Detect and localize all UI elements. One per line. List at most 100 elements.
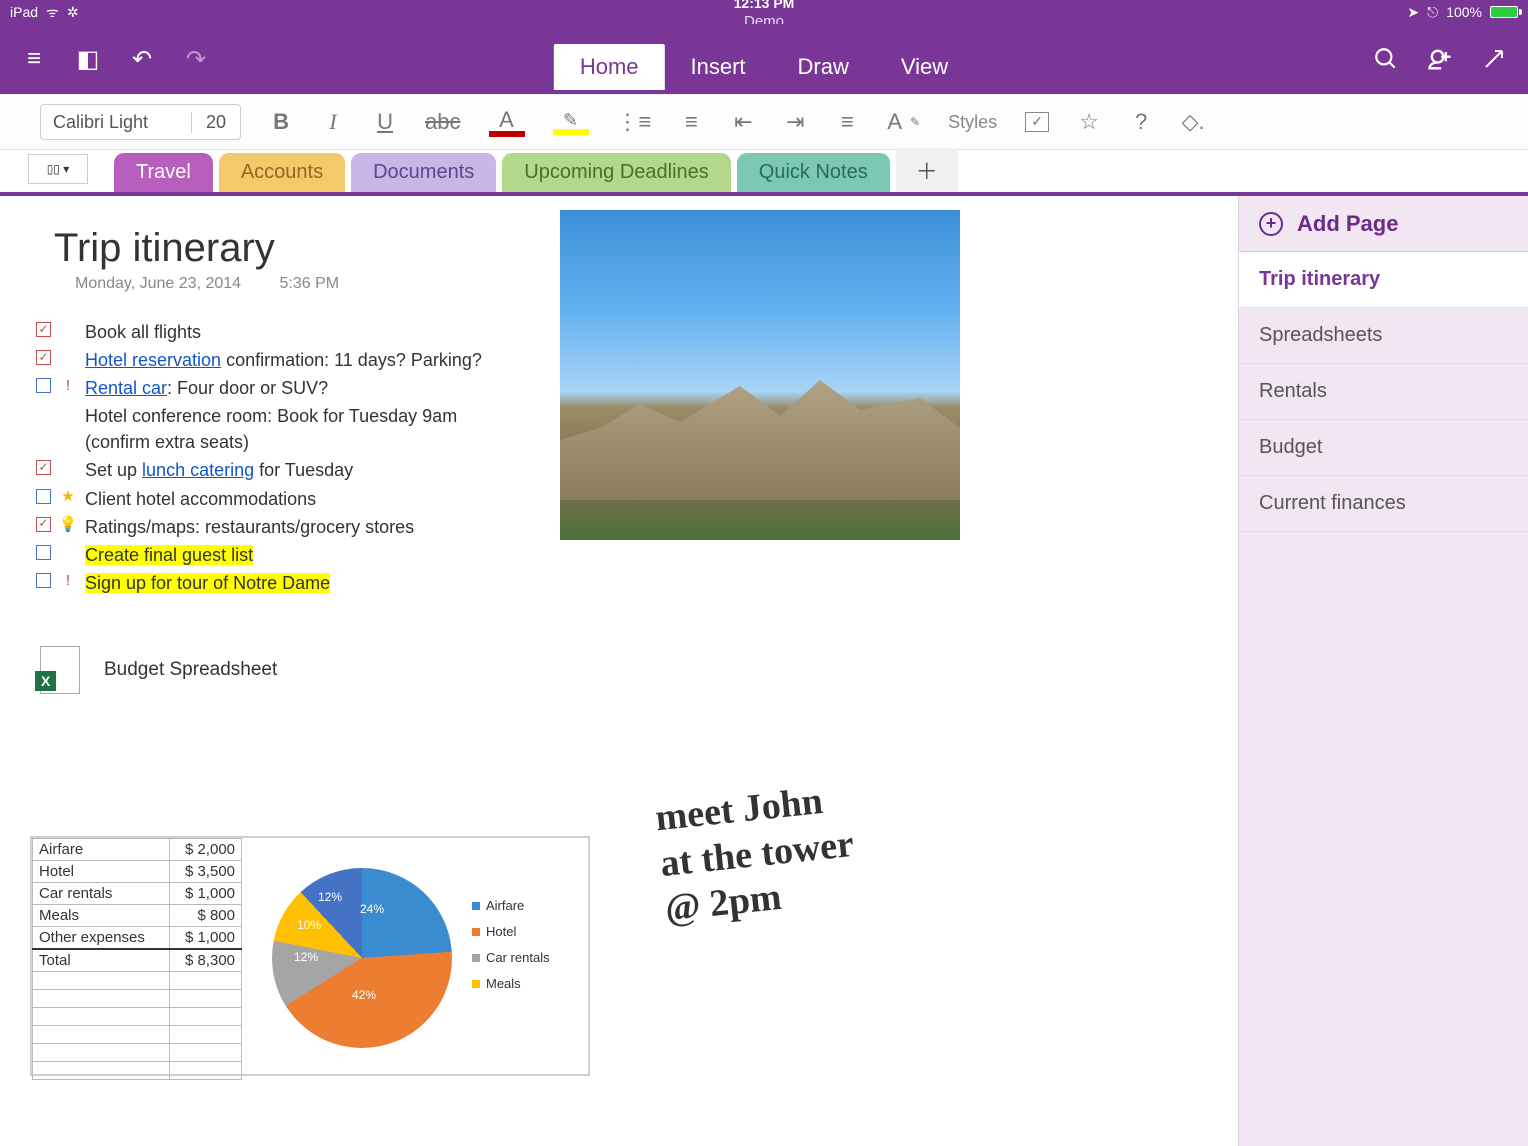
- page-item[interactable]: Spreadsheets: [1239, 308, 1528, 364]
- highlight-button[interactable]: ✎: [553, 110, 589, 135]
- bold-button[interactable]: B: [269, 109, 293, 135]
- link[interactable]: Rental car: [85, 378, 167, 398]
- legend-item: Meals: [472, 976, 521, 991]
- fullscreen-icon[interactable]: [1480, 45, 1508, 73]
- page-item[interactable]: Budget: [1239, 420, 1528, 476]
- section-tab-accounts[interactable]: Accounts: [219, 153, 345, 192]
- ribbon-tab-draw[interactable]: Draw: [772, 44, 875, 90]
- formatting-toolbar: Calibri Light 20 B I U abc A ✎ ⋮≡ ≡ ⇤ ⇥ …: [0, 94, 1528, 150]
- font-picker[interactable]: Calibri Light 20: [40, 104, 241, 140]
- app-titlebar: ≡ ◧ ↶ ↷ HomeInsertDrawView: [0, 24, 1528, 94]
- star-tag-button[interactable]: ☆: [1077, 109, 1101, 135]
- activity-icon: ✲: [67, 4, 79, 21]
- link[interactable]: Hotel reservation: [85, 350, 221, 370]
- todo-text[interactable]: Ratings/maps: restaurants/grocery stores: [85, 514, 414, 540]
- note-canvas[interactable]: Trip itinerary Monday, June 23, 2014 5:3…: [0, 196, 1238, 1146]
- ribbon-tab-view[interactable]: View: [875, 44, 974, 90]
- section-tab-documents[interactable]: Documents: [351, 153, 496, 192]
- ribbon-tabs: HomeInsertDrawView: [554, 44, 974, 90]
- embedded-spreadsheet[interactable]: Airfare$ 2,000Hotel$ 3,500Car rentals$ 1…: [30, 836, 590, 1076]
- wifi-icon: ᯤ: [46, 3, 59, 22]
- indent-button[interactable]: ⇥: [783, 109, 807, 135]
- underline-button[interactable]: U: [373, 109, 397, 135]
- bluetooth-icon: ⎋: [1427, 4, 1438, 21]
- pie-label-airfare: 24%: [360, 902, 384, 916]
- excel-icon: [40, 646, 80, 694]
- checkbox-icon[interactable]: [36, 489, 51, 504]
- undo-icon[interactable]: ↶: [128, 45, 156, 73]
- todo-text[interactable]: Sign up for tour of Notre Dame: [85, 570, 330, 596]
- bullets-button[interactable]: ⋮≡: [617, 109, 652, 135]
- handwriting-ink[interactable]: meet Johnat the tower@ 2pm: [653, 776, 860, 932]
- search-icon[interactable]: [1372, 45, 1400, 73]
- checkbox-icon[interactable]: [36, 573, 51, 588]
- page-item[interactable]: Rentals: [1239, 364, 1528, 420]
- todo-text[interactable]: Client hotel accommodations: [85, 486, 316, 512]
- numbering-button[interactable]: ≡: [679, 109, 703, 135]
- todo-row[interactable]: !Sign up for tour of Notre Dame: [36, 570, 1238, 596]
- budget-pie-chart: 24% 42% 12% 10% 12% AirfareHotelCar rent…: [242, 838, 588, 1074]
- align-button[interactable]: ≡: [835, 109, 859, 135]
- checkbox-icon[interactable]: [36, 378, 51, 393]
- panel-icon[interactable]: ◧: [74, 45, 102, 73]
- page-item[interactable]: Current finances: [1239, 476, 1528, 532]
- attachment[interactable]: Budget Spreadsheet: [40, 646, 1238, 694]
- pie-label-carrentals: 12%: [294, 950, 318, 964]
- device-label: iPad: [10, 4, 38, 20]
- add-page-button[interactable]: + Add Page: [1239, 196, 1528, 252]
- more-tags-button[interactable]: ◇.: [1181, 109, 1205, 135]
- checkbox-icon[interactable]: ✓: [36, 350, 51, 365]
- todo-text[interactable]: Rental car: Four door or SUV?: [85, 375, 328, 401]
- link[interactable]: lunch catering: [142, 460, 254, 480]
- ribbon-tab-insert[interactable]: Insert: [665, 44, 772, 90]
- todo-text[interactable]: Book all flights: [85, 319, 201, 345]
- pie-label-other: 12%: [318, 890, 342, 904]
- share-icon[interactable]: [1426, 45, 1454, 73]
- todo-text[interactable]: Hotel reservation confirmation: 11 days?…: [85, 347, 482, 373]
- section-tab-travel[interactable]: Travel: [114, 153, 213, 192]
- battery-percent: 100%: [1446, 4, 1482, 20]
- notebook-selector[interactable]: ▯▯ ▾: [28, 154, 88, 184]
- font-color-button[interactable]: A: [489, 107, 525, 137]
- font-name: Calibri Light: [41, 112, 191, 133]
- checkbox-icon[interactable]: [36, 545, 51, 560]
- styles-button[interactable]: A✎: [887, 109, 920, 135]
- attachment-label: Budget Spreadsheet: [104, 659, 277, 681]
- todo-text[interactable]: Create final guest list: [85, 542, 253, 568]
- add-section-button[interactable]: ＋: [896, 148, 958, 192]
- add-page-label: Add Page: [1297, 211, 1398, 237]
- todo-text[interactable]: Set up lunch catering for Tuesday: [85, 457, 353, 483]
- ribbon-tab-home[interactable]: Home: [554, 44, 665, 90]
- section-tab-upcoming-deadlines[interactable]: Upcoming Deadlines: [502, 153, 731, 192]
- page-list-panel: + Add Page Trip itinerarySpreadsheetsRen…: [1238, 196, 1528, 1146]
- tag-icon: [59, 349, 77, 367]
- redo-icon[interactable]: ↷: [182, 45, 210, 73]
- section-tab-quick-notes[interactable]: Quick Notes: [737, 153, 890, 192]
- menu-icon[interactable]: ≡: [20, 45, 48, 73]
- checkbox-icon[interactable]: ✓: [36, 517, 51, 532]
- todo-tag-button[interactable]: ✓: [1025, 112, 1049, 132]
- battery-icon: [1490, 6, 1518, 18]
- checkbox-icon[interactable]: ✓: [36, 460, 51, 475]
- plus-circle-icon: +: [1259, 212, 1283, 236]
- todo-text[interactable]: Hotel conference room: Book for Tuesday …: [85, 403, 505, 455]
- page-item[interactable]: Trip itinerary: [1239, 252, 1528, 308]
- styles-label: Styles: [948, 112, 997, 133]
- question-tag-button[interactable]: ?: [1129, 109, 1153, 135]
- todo-row[interactable]: Create final guest list: [36, 542, 1238, 568]
- tag-icon: !: [59, 377, 77, 395]
- italic-button[interactable]: I: [321, 109, 345, 135]
- page-time: 5:36 PM: [280, 275, 340, 292]
- outdent-button[interactable]: ⇤: [731, 109, 755, 135]
- legend-item: Car rentals: [472, 950, 550, 965]
- tag-icon: 💡: [59, 516, 77, 534]
- legend-item: Airfare: [472, 898, 524, 913]
- section-tabs: ▯▯ ▾ TravelAccountsDocumentsUpcoming Dea…: [0, 150, 1528, 196]
- strikethrough-button[interactable]: abc: [425, 109, 460, 135]
- pie-label-meals: 10%: [297, 918, 321, 932]
- tag-icon: [59, 544, 77, 562]
- tag-icon: [59, 321, 77, 339]
- inserted-photo[interactable]: [560, 210, 960, 540]
- checkbox-icon[interactable]: ✓: [36, 322, 51, 337]
- tag-icon: [59, 459, 77, 477]
